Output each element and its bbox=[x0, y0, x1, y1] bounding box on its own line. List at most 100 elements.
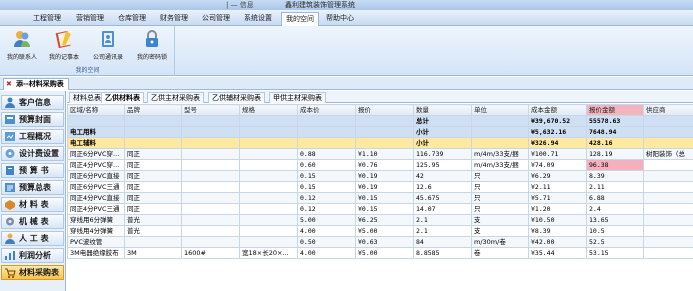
item-price[interactable]: ¥0.19 bbox=[355, 170, 414, 182]
tab-b-supplied-materials[interactable]: 乙供材料表 bbox=[101, 92, 144, 103]
col-spec[interactable]: 规格 bbox=[239, 104, 298, 116]
item-model[interactable] bbox=[181, 181, 240, 193]
item-qty[interactable]: 84 bbox=[413, 236, 472, 248]
item-quote-amount[interactable]: 53.15 bbox=[586, 247, 644, 259]
item-spec[interactable]: 宽18×长20×... bbox=[239, 247, 298, 259]
item-brand[interactable]: 同正 bbox=[124, 159, 182, 171]
item-quote-amount[interactable]: 10.5 bbox=[586, 225, 644, 237]
item-price[interactable]: ¥6.25 bbox=[355, 214, 414, 226]
item-cost-amount[interactable]: ¥1.20 bbox=[528, 203, 587, 215]
item-spec[interactable] bbox=[239, 225, 298, 237]
item-cost-amount[interactable]: ¥5.71 bbox=[528, 192, 587, 204]
item-model[interactable] bbox=[181, 214, 240, 226]
my-contacts-button[interactable]: 我的联系人 bbox=[2, 29, 42, 65]
item-spec[interactable] bbox=[239, 181, 298, 193]
item-unit[interactable]: 卷 bbox=[471, 247, 529, 259]
item-qty[interactable]: 2.1 bbox=[413, 225, 472, 237]
item-supplier[interactable] bbox=[643, 247, 693, 259]
item-brand[interactable]: 同正 bbox=[124, 181, 182, 193]
item-name[interactable]: 同正6分PVC三通 bbox=[67, 181, 125, 193]
item-cost-price[interactable]: 0.12 bbox=[297, 192, 356, 204]
item-qty[interactable]: 8.8585 bbox=[413, 247, 472, 259]
item-cost-price[interactable]: 0.12 bbox=[297, 203, 356, 215]
item-spec[interactable] bbox=[239, 159, 298, 171]
item-qty[interactable]: 45.675 bbox=[413, 192, 472, 204]
item-model[interactable] bbox=[181, 159, 240, 171]
item-unit[interactable]: 只 bbox=[471, 181, 529, 193]
item-brand[interactable]: 普光 bbox=[124, 225, 182, 237]
my-password-lock-button[interactable]: 我的密码锁 bbox=[132, 29, 172, 65]
table-row[interactable]: 3M电器绝缘胶布 3M 1600# 宽18×长20×... 4.00 ¥5.00 8.858… bbox=[67, 247, 693, 259]
document-tab-materials-purchase[interactable]: ✖ 添--材料采购表 bbox=[3, 78, 69, 90]
item-qty[interactable]: 2.1 bbox=[413, 214, 472, 226]
item-qty[interactable]: 125.95 bbox=[413, 159, 472, 171]
item-model[interactable] bbox=[181, 203, 240, 215]
item-spec[interactable] bbox=[239, 203, 298, 215]
table-row[interactable]: 穿线用6分弹簧 普光 5.00 ¥6.25 2.1 支 ¥10.50 13.65 bbox=[67, 214, 693, 226]
sidebar-item-profit-analysis[interactable]: 利润分析 bbox=[1, 248, 64, 263]
col-quote-amount[interactable]: 报价金额 bbox=[586, 104, 644, 116]
item-qty[interactable]: 42 bbox=[413, 170, 472, 182]
col-area[interactable]: 区域/名称 bbox=[67, 104, 125, 116]
item-name[interactable]: 同正6分PVC穿... bbox=[67, 148, 125, 160]
item-unit[interactable]: m/30m/卷 bbox=[471, 236, 529, 248]
item-qty[interactable]: 14.07 bbox=[413, 203, 472, 215]
table-row[interactable]: 穿线用4分弹簧 普光 4.00 ¥5.00 2.1 支 ¥8.39 10.5 bbox=[67, 225, 693, 237]
item-model[interactable] bbox=[181, 148, 240, 160]
item-unit[interactable]: 支 bbox=[471, 214, 529, 226]
col-brand[interactable]: 品牌 bbox=[124, 104, 182, 116]
sidebar-item-project-overview[interactable]: 工程概况 bbox=[1, 129, 64, 144]
item-qty[interactable]: 116.739 bbox=[413, 148, 472, 160]
item-brand[interactable]: 同正 bbox=[124, 170, 182, 182]
menu-marketing[interactable]: 营销管理 bbox=[72, 12, 108, 24]
item-cost-price[interactable]: 4.00 bbox=[297, 247, 356, 259]
item-spec[interactable] bbox=[239, 214, 298, 226]
sidebar-item-client-info[interactable]: 客户信息 bbox=[1, 95, 64, 110]
item-name[interactable]: 3M电器绝缘胶布 bbox=[67, 247, 125, 259]
item-name[interactable]: 同正4分PVC直接 bbox=[67, 192, 125, 204]
item-quote-amount[interactable]: 2.4 bbox=[586, 203, 644, 215]
item-cost-price[interactable]: 0.15 bbox=[297, 170, 356, 182]
item-quote-amount[interactable]: 128.19 bbox=[586, 148, 644, 160]
tab-material-summary[interactable]: 材料总表 bbox=[69, 92, 105, 103]
item-cost-price[interactable]: 0.15 bbox=[297, 181, 356, 193]
item-cost-amount[interactable]: ¥74.09 bbox=[528, 159, 587, 171]
item-price[interactable]: ¥5.00 bbox=[355, 247, 414, 259]
item-name[interactable]: 同正4分PVC三通 bbox=[67, 203, 125, 215]
col-unit[interactable]: 单位 bbox=[471, 104, 529, 116]
item-cost-amount[interactable]: ¥6.29 bbox=[528, 170, 587, 182]
item-quote-amount[interactable]: 13.65 bbox=[586, 214, 644, 226]
item-brand[interactable] bbox=[124, 236, 182, 248]
sidebar-item-design-fee[interactable]: 设计费设置 bbox=[1, 146, 64, 161]
item-unit[interactable]: m/4m/33支/捆 bbox=[471, 148, 529, 160]
item-cost-amount[interactable]: ¥8.39 bbox=[528, 225, 587, 237]
col-price[interactable]: 报价 bbox=[355, 104, 414, 116]
item-cost-amount[interactable]: ¥42.00 bbox=[528, 236, 587, 248]
item-model[interactable] bbox=[181, 170, 240, 182]
item-price[interactable]: ¥0.15 bbox=[355, 203, 414, 215]
table-row[interactable]: 同正6分PVC穿... 同正 0.88 ¥1.10 116.739 m/4m/33支/捆 ¥… bbox=[67, 148, 693, 160]
sidebar-item-machinery[interactable]: 机 械 表 bbox=[1, 214, 64, 229]
item-model[interactable] bbox=[181, 236, 240, 248]
item-brand[interactable]: 同正 bbox=[124, 192, 182, 204]
item-price[interactable]: ¥0.76 bbox=[355, 159, 414, 171]
item-unit[interactable]: 支 bbox=[471, 225, 529, 237]
tab-b-aux-purchase[interactable]: 乙供辅材采购表 bbox=[208, 92, 265, 103]
my-notebook-button[interactable]: 我的记事本 bbox=[44, 29, 84, 65]
table-row[interactable]: PVC波纹管 0.50 ¥0.63 84 m/30m/卷 ¥42.00 52.5 bbox=[67, 236, 693, 248]
item-model[interactable] bbox=[181, 225, 240, 237]
item-brand[interactable]: 同正 bbox=[124, 203, 182, 215]
menu-project[interactable]: 工程管理 bbox=[29, 12, 65, 24]
col-cost-price[interactable]: 成本价 bbox=[297, 104, 356, 116]
item-supplier[interactable] bbox=[643, 192, 693, 204]
item-cost-amount[interactable]: ¥10.50 bbox=[528, 214, 587, 226]
item-supplier[interactable] bbox=[643, 203, 693, 215]
item-brand[interactable]: 普光 bbox=[124, 214, 182, 226]
tab-b-main-purchase[interactable]: 乙供主材采购表 bbox=[147, 92, 204, 103]
item-supplier[interactable] bbox=[643, 225, 693, 237]
table-row[interactable]: 同正6分PVC直接 同正 0.15 ¥0.19 42 只 ¥6.29 8.39 bbox=[67, 170, 693, 182]
item-price[interactable]: ¥1.10 bbox=[355, 148, 414, 160]
sidebar-item-materials[interactable]: 材 料 表 bbox=[1, 197, 64, 212]
menu-warehouse[interactable]: 仓库管理 bbox=[114, 12, 150, 24]
item-cost-amount[interactable]: ¥35.44 bbox=[528, 247, 587, 259]
